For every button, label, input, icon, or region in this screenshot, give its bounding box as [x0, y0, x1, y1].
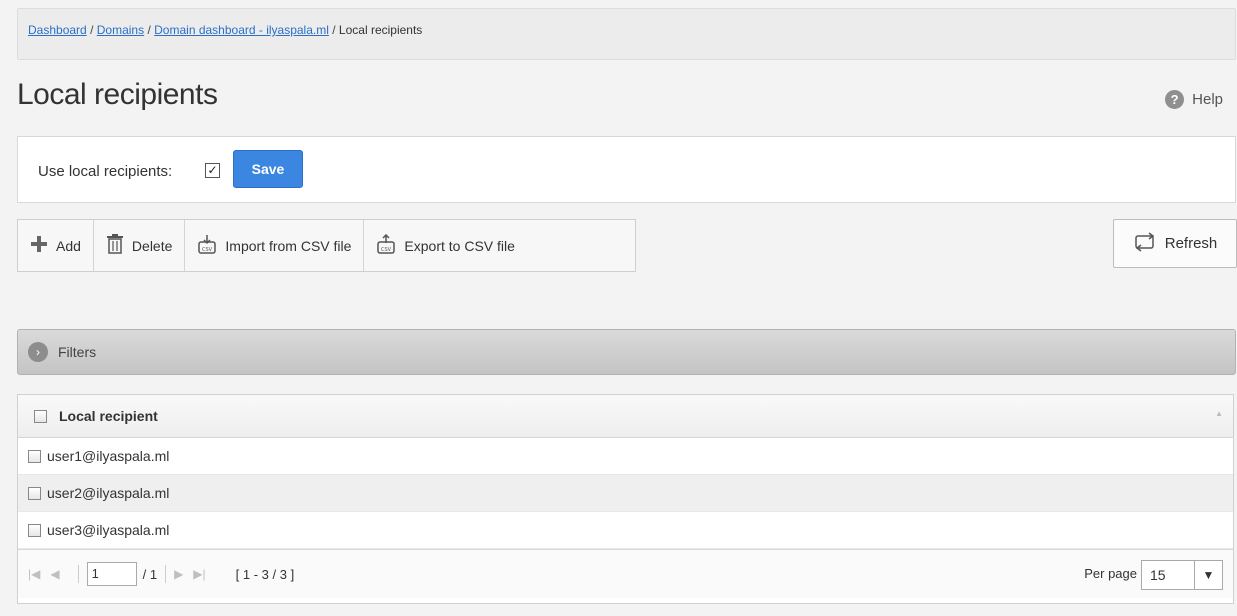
next-page-icon[interactable]: ▶: [174, 567, 183, 581]
refresh-icon: [1133, 231, 1157, 256]
table-row[interactable]: user3@ilyaspala.ml: [18, 512, 1233, 549]
page-title: Local recipients: [17, 78, 218, 111]
add-button[interactable]: Add: [18, 220, 94, 271]
chevron-down-icon[interactable]: ▼: [1194, 561, 1222, 589]
import-csv-icon: CSV: [197, 234, 217, 257]
plus-icon: [30, 235, 48, 256]
sort-arrow-icon[interactable]: ▲: [1215, 409, 1223, 418]
use-local-recipients-label: Use local recipients:: [38, 163, 173, 180]
column-header-local-recipient[interactable]: Local recipient: [59, 408, 158, 424]
per-page-label: Per page: [1084, 566, 1137, 581]
import-csv-button[interactable]: CSV Import from CSV file: [185, 220, 365, 271]
filters-label: Filters: [58, 344, 97, 360]
trash-icon: [106, 234, 124, 257]
refresh-button[interactable]: Refresh: [1113, 219, 1237, 268]
use-local-recipients-checkbox[interactable]: ✓: [205, 163, 220, 178]
prev-page-icon[interactable]: ◀: [50, 567, 59, 581]
row-checkbox[interactable]: [28, 523, 41, 537]
row-checkbox[interactable]: [28, 486, 41, 500]
page: Dashboard / Domains / Domain dashboard -…: [0, 0, 1237, 616]
chevron-right-icon: ›: [28, 342, 48, 362]
breadcrumb-separator: /: [90, 23, 94, 37]
refresh-label: Refresh: [1164, 235, 1218, 252]
use-local-recipients-panel: Use local recipients: ✓ Save: [17, 136, 1236, 203]
per-page-value: 15: [1150, 567, 1166, 583]
breadcrumb-dashboard-link[interactable]: Dashboard: [28, 23, 87, 37]
toolbar: Add Delete CSV Import from CSV file CSV …: [17, 219, 636, 272]
breadcrumb-current: Local recipients: [338, 23, 423, 37]
delete-label: Delete: [131, 237, 173, 254]
delete-button[interactable]: Delete: [94, 220, 186, 271]
select-all-checkbox[interactable]: [34, 409, 47, 423]
recipients-table: Local recipient ▲ user1@ilyaspala.ml use…: [17, 394, 1234, 604]
breadcrumb-separator: /: [332, 23, 336, 37]
filters-panel-toggle[interactable]: › Filters: [17, 329, 1236, 375]
row-checkbox[interactable]: [28, 449, 41, 463]
divider: [77, 565, 79, 583]
per-page-select[interactable]: 15 ▼: [1141, 560, 1223, 590]
pagination-bar: |◀ ◀ 1 / 1 ▶ ▶| [ 1 - 3 / 3 ] Per page 1…: [18, 549, 1233, 598]
svg-text:CSV: CSV: [202, 247, 213, 253]
first-page-icon[interactable]: |◀: [28, 567, 40, 581]
add-label: Add: [56, 237, 81, 254]
breadcrumb-separator: /: [147, 23, 151, 37]
export-csv-icon: CSV: [376, 233, 396, 257]
table-row[interactable]: user1@ilyaspala.ml: [18, 438, 1233, 475]
table-header: Local recipient ▲: [18, 395, 1233, 438]
help-icon: ?: [1165, 90, 1185, 109]
recipient-email: user2@ilyaspala.ml: [47, 485, 170, 501]
breadcrumb-domains-link[interactable]: Domains: [97, 23, 144, 37]
svg-text:CSV: CSV: [381, 247, 392, 253]
page-number-input[interactable]: 1: [86, 562, 137, 586]
help-link[interactable]: ? Help: [1165, 90, 1223, 109]
breadcrumb: Dashboard / Domains / Domain dashboard -…: [17, 8, 1236, 60]
table-row[interactable]: user2@ilyaspala.ml: [18, 475, 1233, 512]
divider: [165, 565, 167, 583]
total-pages: / 1: [142, 566, 158, 582]
breadcrumb-domain-dashboard-link[interactable]: Domain dashboard - ilyaspala.ml: [154, 23, 329, 37]
export-csv-label: Export to CSV file: [404, 237, 515, 254]
save-button[interactable]: Save: [233, 150, 303, 188]
help-label: Help: [1192, 91, 1223, 108]
last-page-icon[interactable]: ▶|: [193, 567, 205, 581]
import-csv-label: Import from CSV file: [225, 237, 352, 254]
recipient-email: user3@ilyaspala.ml: [47, 522, 170, 538]
recipient-email: user1@ilyaspala.ml: [47, 448, 170, 464]
export-csv-button[interactable]: CSV Export to CSV file: [364, 220, 527, 271]
page-range: [ 1 - 3 / 3 ]: [235, 566, 295, 582]
